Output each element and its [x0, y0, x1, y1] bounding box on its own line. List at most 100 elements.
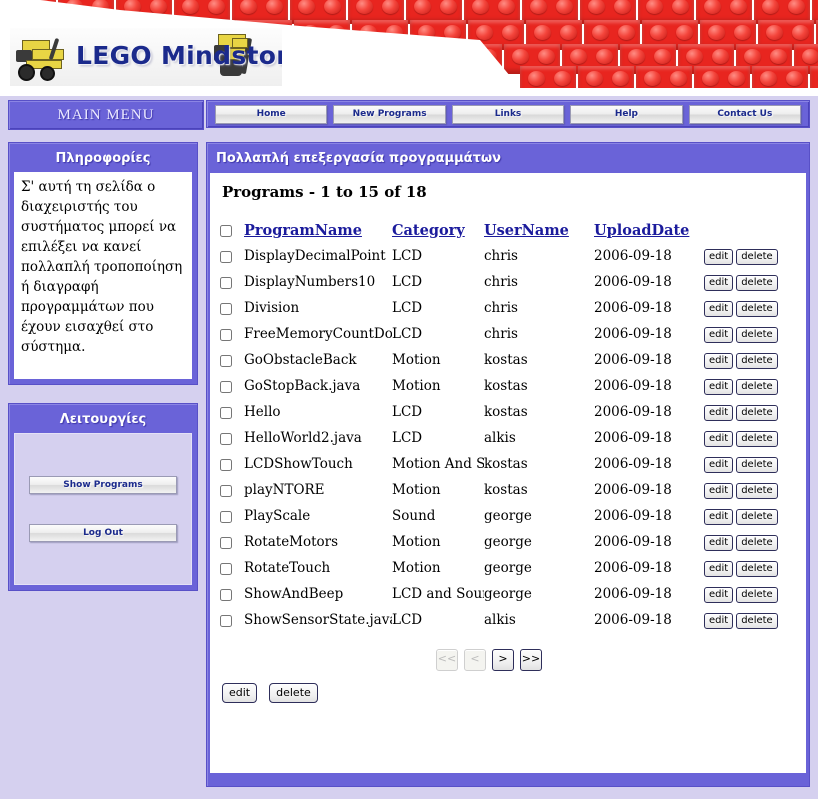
row-edit-button[interactable]: edit — [704, 249, 734, 265]
pager-last[interactable]: >> — [520, 649, 542, 671]
info-panel-body: Σ' αυτή τη σελίδα ο διαχειριστής του συσ… — [14, 172, 192, 379]
row-select-cell — [220, 529, 244, 555]
cell-category: Motion — [392, 534, 441, 550]
table-row: ShowSensorState.java LCD alkis 2006-09-18 ed… — [220, 607, 798, 633]
row-select-cell — [220, 269, 244, 295]
row-delete-button[interactable]: delete — [736, 405, 778, 421]
row-edit-button[interactable]: edit — [704, 483, 734, 499]
pager-next[interactable]: > — [492, 649, 514, 671]
cell-upload-date: 2006-09-18 — [594, 430, 672, 446]
table-row: ShowAndBeep LCD and Soundgeorge 2006-09-18… — [220, 581, 798, 607]
row-delete-button[interactable]: delete — [736, 587, 778, 603]
row-edit-button[interactable]: edit — [704, 353, 734, 369]
column-header-program-name: ProgramName — [244, 217, 392, 243]
functions-panel: Λειτουργίες Show Programs Log Out — [8, 403, 198, 591]
row-edit-button[interactable]: edit — [704, 561, 734, 577]
row-edit-button[interactable]: edit — [704, 405, 734, 421]
cell-category: Sound — [392, 508, 436, 524]
cell-upload-date: 2006-09-18 — [594, 560, 672, 576]
sort-link-user-name[interactable]: UserName — [484, 222, 569, 239]
row-delete-button[interactable]: delete — [736, 535, 778, 551]
main-menu-label: MAIN MENU — [8, 100, 204, 130]
row-edit-button[interactable]: edit — [704, 327, 734, 343]
table-row: PlayScale Sound george 2006-09-18 edit delete — [220, 503, 798, 529]
row-edit-button[interactable]: edit — [704, 535, 734, 551]
row-select-checkbox[interactable] — [220, 588, 232, 601]
row-select-checkbox[interactable] — [220, 458, 232, 471]
row-select-checkbox[interactable] — [220, 614, 232, 627]
nav-help[interactable]: Help — [570, 104, 683, 124]
row-select-cell — [220, 321, 244, 347]
select-all-cell — [220, 217, 244, 243]
bulk-edit-button[interactable]: edit — [222, 683, 258, 703]
row-select-checkbox[interactable] — [220, 484, 232, 497]
row-delete-button[interactable]: delete — [736, 379, 778, 395]
cell-user-name: kostas — [484, 378, 528, 394]
row-select-checkbox[interactable] — [220, 380, 232, 393]
cell-category: LCD — [392, 248, 423, 264]
row-delete-button[interactable]: delete — [736, 561, 778, 577]
cell-user-name: kostas — [484, 352, 528, 368]
row-edit-button[interactable]: edit — [704, 587, 734, 603]
row-select-checkbox[interactable] — [220, 406, 232, 419]
row-delete-button[interactable]: delete — [736, 249, 778, 265]
row-edit-button[interactable]: edit — [704, 301, 734, 317]
table-row: RotateMotors Motion george 2006-09-18 edit de… — [220, 529, 798, 555]
row-actions: edit delete — [704, 347, 798, 373]
cell-upload-date: 2006-09-18 — [594, 248, 672, 264]
row-select-checkbox[interactable] — [220, 276, 232, 289]
show-programs-button[interactable]: Show Programs — [29, 476, 177, 494]
row-delete-button[interactable]: delete — [736, 509, 778, 525]
row-delete-button[interactable]: delete — [736, 275, 778, 291]
row-delete-button[interactable]: delete — [736, 353, 778, 369]
row-select-checkbox[interactable] — [220, 250, 232, 263]
cell-user-name: alkis — [484, 612, 516, 628]
programs-table-body: DisplayDecimalPoint LCD chris 2006-09-18 edi… — [220, 243, 798, 633]
row-select-checkbox[interactable] — [220, 562, 232, 575]
row-edit-button[interactable]: edit — [704, 379, 734, 395]
select-all-checkbox[interactable] — [220, 224, 232, 237]
info-panel-text: Σ' αυτή τη σελίδα ο διαχειριστής του συσ… — [21, 179, 183, 355]
page-body: Πληροφορίες Σ' αυτή τη σελίδα ο διαχειρι… — [0, 134, 818, 799]
cell-upload-date: 2006-09-18 — [594, 352, 672, 368]
row-select-checkbox[interactable] — [220, 432, 232, 445]
cell-upload-date: 2006-09-18 — [594, 612, 672, 628]
row-actions: edit delete — [704, 295, 798, 321]
cell-upload-date: 2006-09-18 — [594, 326, 672, 342]
row-select-checkbox[interactable] — [220, 302, 232, 315]
content-body: Programs - 1 to 15 of 18 ProgramName Cat… — [210, 173, 806, 773]
row-delete-button[interactable]: delete — [736, 483, 778, 499]
row-edit-button[interactable]: edit — [704, 613, 734, 629]
row-select-checkbox[interactable] — [220, 536, 232, 549]
nav-links[interactable]: Links — [451, 104, 565, 124]
row-delete-button[interactable]: delete — [736, 327, 778, 343]
row-edit-button[interactable]: edit — [704, 431, 734, 447]
nav-new-programs[interactable]: New Programs — [333, 104, 446, 124]
row-actions: edit delete — [704, 607, 798, 633]
row-edit-button[interactable]: edit — [704, 509, 734, 525]
sort-link-program-name[interactable]: ProgramName — [244, 222, 362, 239]
row-edit-button[interactable]: edit — [704, 275, 734, 291]
nav-home[interactable]: Home — [215, 104, 328, 124]
row-select-checkbox[interactable] — [220, 510, 232, 523]
nav-contact-us[interactable]: Contact Us — [688, 104, 802, 124]
row-actions: edit delete — [704, 269, 798, 295]
row-select-checkbox[interactable] — [220, 328, 232, 341]
menu-bar: MAIN MENU Home New Programs Links Help C… — [0, 98, 818, 132]
row-actions: edit delete — [704, 243, 798, 269]
sort-link-category[interactable]: Category — [392, 222, 465, 239]
row-delete-button[interactable]: delete — [736, 457, 778, 473]
bulk-delete-button[interactable]: delete — [269, 683, 318, 703]
row-select-cell — [220, 425, 244, 451]
sort-link-upload-date[interactable]: UploadDate — [594, 222, 689, 239]
cell-program-name: PlayScale — [244, 508, 311, 524]
cell-user-name: george — [484, 534, 532, 550]
site-banner: LEGO Mindstorms — [0, 0, 818, 98]
row-select-checkbox[interactable] — [220, 354, 232, 367]
log-out-button[interactable]: Log Out — [29, 524, 177, 542]
row-delete-button[interactable]: delete — [736, 613, 778, 629]
cell-user-name: george — [484, 508, 532, 524]
row-edit-button[interactable]: edit — [704, 457, 734, 473]
row-delete-button[interactable]: delete — [736, 431, 778, 447]
row-delete-button[interactable]: delete — [736, 301, 778, 317]
